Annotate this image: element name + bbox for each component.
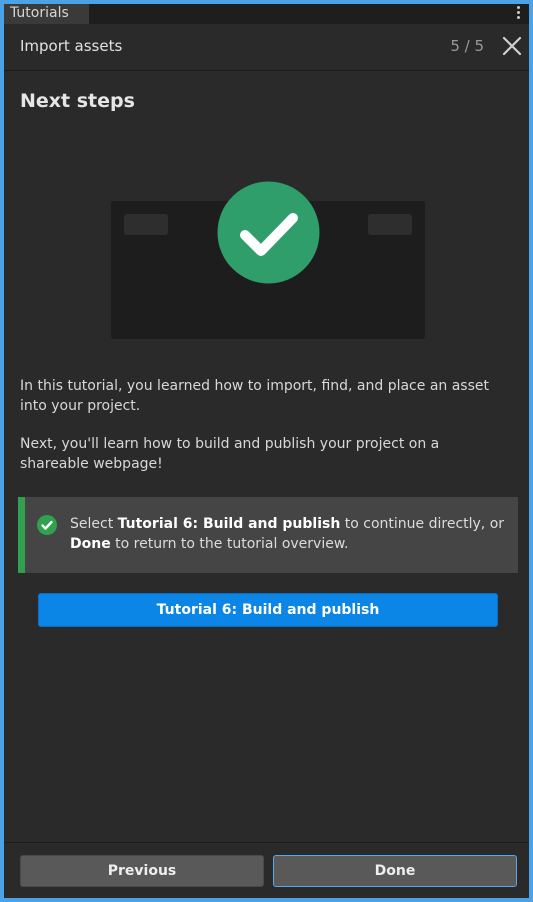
close-icon <box>502 36 522 56</box>
check-badge-icon <box>37 515 57 535</box>
step-counter: 5 / 5 <box>450 37 484 55</box>
tab-tutorials[interactable]: Tutorials <box>4 4 89 24</box>
previous-button[interactable]: Previous <box>20 855 264 887</box>
kebab-menu-icon[interactable] <box>517 6 521 20</box>
tutorial-title: Import assets <box>20 37 123 55</box>
callout-middle: to continue directly, or <box>340 516 505 532</box>
summary-paragraph: In this tutorial, you learned how to imp… <box>20 378 489 414</box>
tab-bar: Tutorials <box>4 4 529 24</box>
info-callout: Select Tutorial 6: Build and publish to … <box>18 497 518 573</box>
callout-suffix: to return to the tutorial overview. <box>110 536 349 552</box>
callout-prefix: Select <box>70 516 118 532</box>
callout-bold-tutorial: Tutorial 6: Build and publish <box>117 516 341 532</box>
illustration-tab-left <box>124 214 168 235</box>
tutorials-window: Tutorials Import assets 5 / 5 Next steps… <box>4 4 529 898</box>
next-paragraph: Next, you'll learn how to build and publ… <box>20 436 440 472</box>
done-button[interactable]: Done <box>273 855 517 887</box>
tutorial-header: Import assets 5 / 5 <box>4 24 529 71</box>
callout-bold-done: Done <box>70 536 111 552</box>
illustration-tab-right <box>368 214 412 235</box>
callout-text: Select Tutorial 6: Build and publish to … <box>70 514 510 554</box>
close-button[interactable] <box>499 33 525 59</box>
next-tutorial-button[interactable]: Tutorial 6: Build and publish <box>38 593 498 627</box>
footer: Previous Done <box>4 842 529 898</box>
checkmark-circle-icon <box>217 181 320 284</box>
page-title: Next steps <box>20 90 135 112</box>
